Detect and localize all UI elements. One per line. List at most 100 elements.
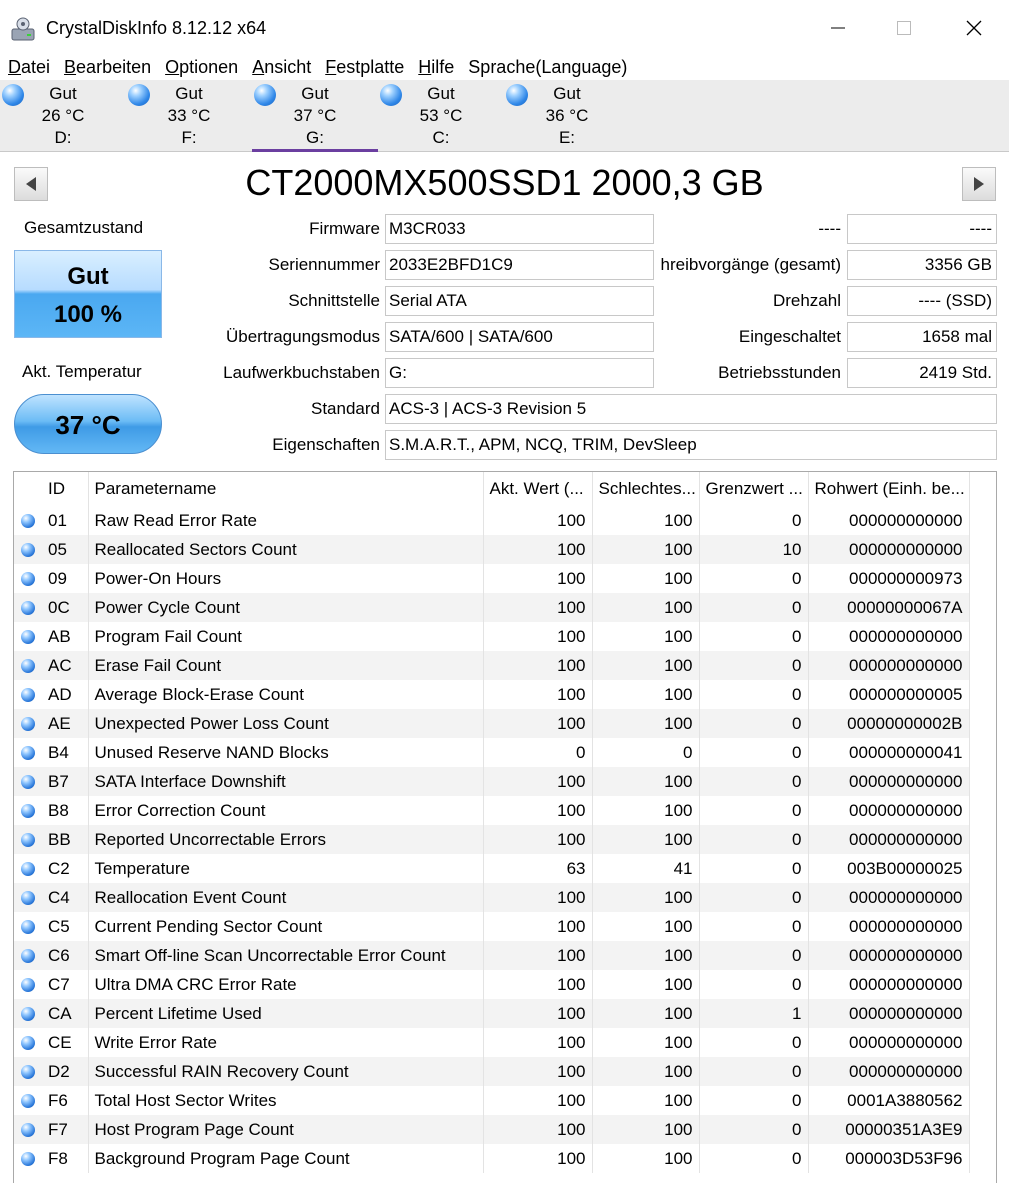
- health-status-button[interactable]: Gut 100 %: [14, 250, 162, 338]
- table-row[interactable]: F6 Total Host Sector Writes 100 100 0 0001A38…: [14, 1086, 970, 1115]
- table-row[interactable]: C4 Reallocation Event Count 100 100 0 0000000…: [14, 883, 970, 912]
- next-disk-button[interactable]: [962, 167, 996, 201]
- table-row[interactable]: C7 Ultra DMA CRC Error Rate 100 100 0 0000000…: [14, 970, 970, 999]
- firmware-value: M3CR033: [385, 214, 654, 244]
- menu-ansicht[interactable]: Ansicht: [252, 56, 311, 80]
- status-cell: [14, 506, 42, 535]
- menu-sprache[interactable]: Sprache(Language): [468, 56, 627, 80]
- transfer-mode-value: SATA/600 | SATA/600: [385, 322, 654, 352]
- cell-id: CA: [42, 999, 89, 1028]
- table-row[interactable]: B7 SATA Interface Downshift 100 100 0 0000000…: [14, 767, 970, 796]
- table-row[interactable]: AB Program Fail Count 100 100 0 000000000000: [14, 622, 970, 651]
- close-button[interactable]: [944, 8, 1004, 48]
- drive-tab-e[interactable]: Gut 36 °C E:: [504, 80, 630, 152]
- table-row[interactable]: 05 Reallocated Sectors Count 100 100 10 00000…: [14, 535, 970, 564]
- drive-tab-d[interactable]: Gut 26 °C D:: [0, 80, 126, 152]
- cell-threshold: 0: [699, 970, 809, 999]
- cell-id: AE: [42, 709, 89, 738]
- cell-id: BB: [42, 825, 89, 854]
- drive-letters-value: G:: [385, 358, 654, 388]
- table-row[interactable]: C6 Smart Off-line Scan Uncorrectable Erro…: [14, 941, 970, 970]
- cell-worst: 100: [592, 506, 700, 535]
- drive-tab-f[interactable]: Gut 33 °C F:: [126, 80, 252, 152]
- table-row[interactable]: BB Reported Uncorrectable Errors 100 100 0 00…: [14, 825, 970, 854]
- status-good-icon: [21, 717, 35, 732]
- standard-value: ACS-3 | ACS-3 Revision 5: [385, 394, 997, 424]
- cell-raw: 000000000000: [808, 912, 970, 941]
- cell-raw: 000000000000: [808, 999, 970, 1028]
- drive-tab-g[interactable]: Gut 37 °C G:: [252, 80, 378, 152]
- cell-name: SATA Interface Downshift: [88, 767, 484, 796]
- table-row[interactable]: B4 Unused Reserve NAND Blocks 0 0 0 000000000…: [14, 738, 970, 767]
- drive-selector-bar: Gut 26 °C D: Gut 33 °C F: Gut 37 °C G: G…: [0, 80, 1009, 152]
- table-row[interactable]: C2 Temperature 63 41 0 003B00000025: [14, 854, 970, 883]
- cell-name: Reallocation Event Count: [88, 883, 484, 912]
- table-row[interactable]: C5 Current Pending Sector Count 100 100 0 000…: [14, 912, 970, 941]
- cell-name: Power Cycle Count: [88, 593, 484, 622]
- menu-festplatte[interactable]: Festplatte: [325, 56, 404, 80]
- header-worst[interactable]: Schlechtes...: [592, 472, 700, 506]
- maximize-button[interactable]: [874, 8, 934, 48]
- power-on-count-value: 1658 mal: [847, 322, 997, 352]
- menu-bearbeiten[interactable]: Bearbeiten: [64, 56, 151, 80]
- table-row[interactable]: 09 Power-On Hours 100 100 0 000000000973: [14, 564, 970, 593]
- table-row[interactable]: CE Write Error Rate 100 100 0 000000000000: [14, 1028, 970, 1057]
- header-threshold[interactable]: Grenzwert ...: [699, 472, 809, 506]
- status-cell: [14, 767, 42, 796]
- cell-current: 100: [483, 999, 593, 1028]
- temperature-button[interactable]: 37 °C: [14, 394, 162, 454]
- cell-worst: 100: [592, 1086, 700, 1115]
- table-row[interactable]: AD Average Block-Erase Count 100 100 0 000000…: [14, 680, 970, 709]
- table-row[interactable]: D2 Successful RAIN Recovery Count 100 100 0 0…: [14, 1057, 970, 1086]
- cell-name: Average Block-Erase Count: [88, 680, 484, 709]
- drive-tab-c[interactable]: Gut 53 °C C:: [378, 80, 504, 152]
- status-cell: [14, 912, 42, 941]
- cell-threshold: 0: [699, 1057, 809, 1086]
- header-current[interactable]: Akt. Wert (...: [483, 472, 593, 506]
- cell-name: Percent Lifetime Used: [88, 999, 484, 1028]
- cell-name: Successful RAIN Recovery Count: [88, 1057, 484, 1086]
- menu-hilfe[interactable]: Hilfe: [418, 56, 454, 80]
- cell-raw: 000000000000: [808, 796, 970, 825]
- cell-threshold: 0: [699, 651, 809, 680]
- table-row[interactable]: 01 Raw Read Error Rate 100 100 0 000000000000: [14, 506, 970, 535]
- cell-worst: 100: [592, 970, 700, 999]
- header-raw[interactable]: Rohwert (Einh. be...: [808, 472, 970, 506]
- smart-table: ID Parametername Akt. Wert (... Schlecht…: [14, 472, 970, 1173]
- cell-id: CE: [42, 1028, 89, 1057]
- table-row[interactable]: F7 Host Program Page Count 100 100 0 00000351…: [14, 1115, 970, 1144]
- status-cell: [14, 854, 42, 883]
- table-row[interactable]: 0C Power Cycle Count 100 100 0 00000000067A: [14, 593, 970, 622]
- minimize-button[interactable]: [808, 8, 868, 48]
- header-id[interactable]: ID: [42, 472, 89, 506]
- cell-threshold: 0: [699, 593, 809, 622]
- menu-datei[interactable]: Datei: [8, 56, 50, 80]
- status-good-icon: [21, 775, 35, 790]
- previous-disk-button[interactable]: [14, 167, 48, 201]
- cell-current: 100: [483, 709, 593, 738]
- maximize-icon: [897, 21, 911, 35]
- cell-worst: 100: [592, 1115, 700, 1144]
- cell-raw: 000000000000: [808, 1028, 970, 1057]
- unused-value: ----: [847, 214, 997, 244]
- table-row[interactable]: B8 Error Correction Count 100 100 0 000000000…: [14, 796, 970, 825]
- cell-current: 63: [483, 854, 593, 883]
- status-cell: [14, 535, 42, 564]
- table-row[interactable]: AE Unexpected Power Loss Count 100 100 0 0000…: [14, 709, 970, 738]
- drive-temp: 53 °C: [419, 106, 463, 125]
- cell-worst: 100: [592, 1028, 700, 1057]
- status-good-icon: [21, 920, 35, 935]
- header-status[interactable]: [14, 472, 42, 506]
- health-label: Gesamtzustand: [24, 218, 144, 237]
- table-row[interactable]: F8 Background Program Page Count 100 100 0 00…: [14, 1144, 970, 1173]
- table-row[interactable]: AC Erase Fail Count 100 100 0 000000000000: [14, 651, 970, 680]
- header-name[interactable]: Parametername: [88, 472, 484, 506]
- status-good-icon: [21, 1007, 35, 1022]
- menu-optionen[interactable]: Optionen: [165, 56, 238, 80]
- status-cell: [14, 941, 42, 970]
- rotation-rate-label: Drehzahl: [772, 291, 841, 310]
- cell-name: Program Fail Count: [88, 622, 484, 651]
- drive-temp: 26 °C: [41, 106, 85, 125]
- table-row[interactable]: CA Percent Lifetime Used 100 100 1 0000000000…: [14, 999, 970, 1028]
- smart-table-container[interactable]: ID Parametername Akt. Wert (... Schlecht…: [13, 471, 997, 1183]
